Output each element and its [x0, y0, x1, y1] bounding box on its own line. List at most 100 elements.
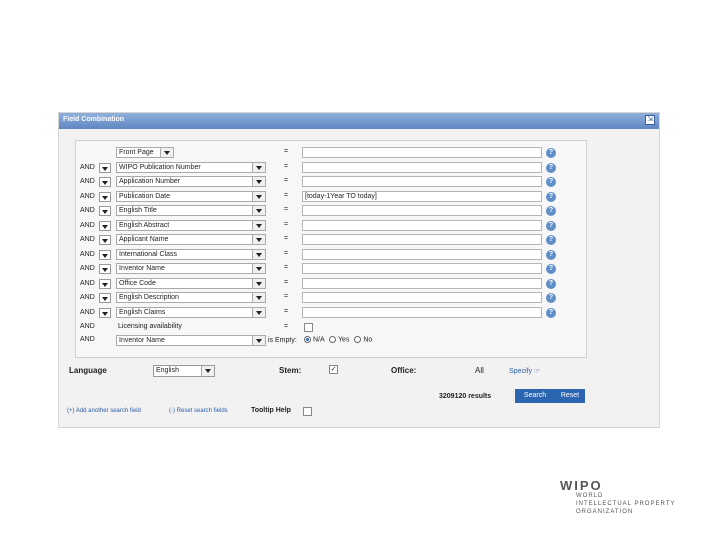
search-row: Front Page = ?	[76, 147, 588, 159]
boolean-operator-select[interactable]: AND	[79, 307, 115, 318]
dropdown-icon[interactable]	[252, 206, 265, 215]
dropdown-icon[interactable]	[99, 307, 111, 318]
value-input[interactable]	[302, 219, 542, 231]
dropdown-icon[interactable]	[99, 177, 111, 187]
dropdown-icon[interactable]	[99, 293, 111, 303]
value-input[interactable]	[302, 292, 542, 303]
help-icon[interactable]: ?	[546, 148, 556, 158]
dropdown-icon[interactable]	[252, 177, 265, 186]
dropdown-icon[interactable]	[252, 293, 265, 302]
reset-button[interactable]: Reset	[555, 389, 585, 403]
specify-link[interactable]: Specify ☞	[509, 367, 540, 375]
field-select[interactable]: Front Page	[116, 147, 174, 158]
field-select-label: Inventor Name	[119, 265, 165, 272]
help-icon[interactable]: ?	[546, 220, 556, 231]
boolean-operator-label: AND	[80, 294, 95, 301]
boolean-operator-label: AND	[80, 308, 95, 316]
field-select[interactable]: English Description	[116, 292, 266, 303]
boolean-operator-label: AND	[80, 236, 95, 243]
dropdown-icon[interactable]	[99, 235, 111, 245]
dropdown-icon[interactable]	[201, 366, 214, 376]
dropdown-icon[interactable]	[252, 307, 265, 317]
search-button[interactable]: Search	[515, 389, 555, 403]
boolean-operator-select[interactable]: AND	[79, 264, 115, 274]
value-input[interactable]	[302, 234, 542, 245]
radio-na[interactable]	[304, 336, 311, 343]
boolean-operator-select[interactable]: AND	[79, 206, 115, 216]
value-input[interactable]	[302, 147, 542, 158]
boolean-operator-select[interactable]: AND	[79, 293, 115, 303]
boolean-operator-select[interactable]: AND	[79, 278, 115, 289]
value-input[interactable]	[302, 161, 542, 173]
dropdown-icon[interactable]	[99, 249, 111, 260]
help-icon[interactable]: ?	[546, 264, 556, 274]
dropdown-icon[interactable]	[99, 278, 111, 289]
language-select[interactable]: English	[153, 365, 215, 377]
field-select[interactable]: Office Code	[116, 277, 266, 289]
stem-checkbox[interactable]: ✓	[329, 365, 338, 374]
help-icon[interactable]: ?	[546, 307, 556, 318]
panel-title: Field Combination	[63, 116, 125, 123]
field-select[interactable]: English Title	[116, 205, 266, 216]
dropdown-icon[interactable]	[252, 278, 265, 288]
operator-label: =	[284, 177, 289, 184]
help-icon[interactable]: ?	[546, 293, 556, 303]
reset-search-fields-link[interactable]: (-) Reset search fields	[169, 408, 228, 414]
dropdown-icon[interactable]	[99, 191, 111, 202]
field-select[interactable]: Inventor Name	[116, 335, 266, 346]
dropdown-icon[interactable]	[252, 191, 265, 201]
dropdown-icon[interactable]	[252, 249, 265, 259]
value-input[interactable]	[302, 248, 542, 260]
field-select[interactable]: Publication Date	[116, 190, 266, 202]
help-icon[interactable]: ?	[546, 177, 556, 187]
dropdown-icon[interactable]	[252, 235, 265, 244]
radio-no[interactable]	[354, 336, 362, 343]
value-input[interactable]	[302, 277, 542, 289]
operator-label: =	[284, 191, 289, 199]
licensing-checkbox[interactable]	[304, 323, 313, 332]
help-icon[interactable]: ?	[546, 162, 556, 173]
help-icon[interactable]: ?	[546, 206, 556, 216]
field-select[interactable]: Application Number	[116, 176, 266, 187]
dropdown-icon[interactable]	[99, 206, 111, 216]
dropdown-icon[interactable]	[99, 220, 111, 231]
value-input[interactable]: [today-1Year TO today]	[302, 190, 542, 202]
help-icon[interactable]: ?	[546, 249, 556, 260]
field-select[interactable]: International Class	[116, 248, 266, 260]
logo-line: WORLD	[576, 493, 604, 499]
boolean-operator-select[interactable]: AND	[79, 220, 115, 231]
field-select[interactable]: Inventor Name	[116, 263, 266, 274]
dropdown-icon[interactable]	[252, 220, 265, 230]
add-search-field-link[interactable]: (+) Add another search field	[67, 408, 141, 414]
boolean-operator-select[interactable]: AND	[79, 249, 115, 260]
boolean-operator-select[interactable]: AND	[79, 235, 115, 245]
field-select[interactable]: Applicant Name	[116, 234, 266, 245]
boolean-operator-label: AND	[80, 336, 95, 343]
dropdown-icon[interactable]	[160, 148, 173, 157]
field-select[interactable]: WIPO Publication Number	[116, 161, 266, 173]
field-select[interactable]: English Claims	[116, 306, 266, 318]
value-input[interactable]	[302, 306, 542, 318]
tooltip-help-checkbox[interactable]	[303, 407, 312, 416]
dropdown-icon[interactable]	[252, 336, 265, 345]
value-input[interactable]	[302, 205, 542, 216]
dropdown-icon[interactable]	[99, 162, 111, 173]
dropdown-icon[interactable]	[252, 264, 265, 273]
help-icon[interactable]: ?	[546, 235, 556, 245]
help-icon[interactable]: ?	[546, 191, 556, 202]
dropdown-icon[interactable]	[252, 162, 265, 172]
boolean-operator-select[interactable]: AND	[79, 177, 115, 187]
help-icon[interactable]: ?	[546, 278, 556, 289]
operator-label: =	[284, 307, 289, 315]
value-input[interactable]	[302, 176, 542, 187]
collapse-icon[interactable]: ⇲	[645, 115, 655, 125]
field-select[interactable]: English Abstract	[116, 219, 266, 231]
boolean-operator-select[interactable]: AND	[79, 162, 115, 173]
dropdown-icon[interactable]	[99, 264, 111, 274]
value-input[interactable]	[302, 263, 542, 274]
operator-label: =	[284, 148, 289, 155]
logo-subtitle: WORLD INTELLECTUAL PROPERTY ORGANIZATION	[576, 492, 675, 516]
boolean-operator-select[interactable]: AND	[79, 191, 115, 202]
boolean-operator-label: AND	[80, 221, 95, 229]
radio-yes[interactable]	[329, 336, 337, 343]
